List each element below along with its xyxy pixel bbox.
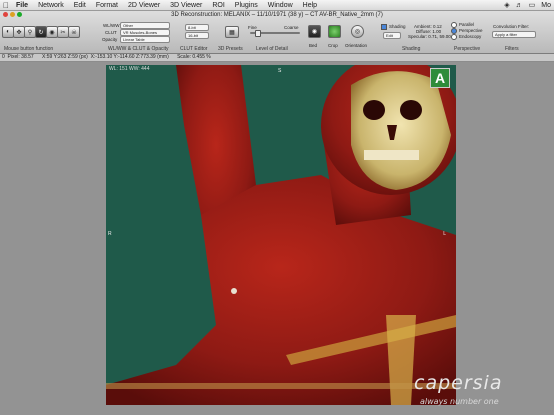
menubar-clock[interactable]: Mo [541, 2, 551, 9]
specular-value: Specular: 0.71, 59.00 [408, 34, 451, 39]
orientation-marker-left: R [108, 231, 112, 237]
bed-label: Bed [309, 43, 318, 48]
wifi-icon[interactable]: ◈ [504, 1, 509, 9]
wlww-caption: WL/WW & CLUT & Opacity [108, 46, 169, 52]
wlww-label: WL/WW [103, 23, 120, 28]
menu-help[interactable]: Help [298, 2, 322, 9]
right-orbit-shape [400, 100, 422, 120]
orientation-marker-right: L [443, 231, 446, 237]
watermark-tagline: always number one [420, 397, 499, 406]
crop-label: Crop [328, 43, 338, 48]
bit-depth-16-button[interactable]: 16-bit [185, 32, 209, 39]
perspective-caption: Perspective [454, 46, 481, 52]
highlight-spot-shape [231, 288, 237, 294]
parallel-label: Parallel [459, 22, 475, 28]
clut-editor-caption: CLUT Editor [180, 46, 208, 52]
orientation-label: Orientation [345, 43, 368, 48]
presets-caption: 3D Presets [218, 46, 243, 52]
shading-label: Shading [389, 24, 406, 30]
bone-removal-tool-icon[interactable]: ☠ [68, 26, 80, 38]
convolution-label: Convolution Filter: [493, 24, 530, 29]
lod-coarse-label: Coarse [284, 25, 299, 30]
viewer-toolbar: 3D Reconstruction: MELANIX – 11/10/1971 … [0, 11, 554, 54]
menu-bar:  File Network Edit Format 2D Viewer 3D … [0, 0, 554, 11]
apply-filter-select[interactable]: Apply a filter [492, 31, 536, 38]
pixel-info-bar: 0 Pixel: 38.57 X:59 Y:263 Z:59 (px) X:-1… [0, 54, 554, 62]
orientation-icon[interactable]: ◎ [351, 25, 364, 38]
endoscopy-label: Endoscopy [459, 34, 482, 40]
rib-band-shape [106, 383, 456, 389]
shading-checkbox[interactable]: Shading [381, 24, 406, 30]
clut-select[interactable]: VR Muscles-Bones [120, 29, 170, 36]
menu-edit[interactable]: Edit [69, 2, 91, 9]
volume-icon[interactable]: ♬ [516, 2, 523, 9]
teeth-shape [364, 150, 419, 160]
menu-3d-viewer[interactable]: 3D Viewer [165, 2, 207, 9]
window-title: 3D Reconstruction: MELANIX – 11/10/1971 … [171, 12, 383, 18]
battery-icon[interactable]: ▭ [529, 1, 536, 9]
volume-rendering-image [106, 65, 456, 405]
menubar-status-area: ◈ ♬ ▭ Mo [504, 0, 551, 10]
menu-format[interactable]: Format [91, 2, 123, 9]
lod-caption: Level of Detail [256, 46, 288, 52]
menu-plugins[interactable]: Plugins [230, 2, 263, 9]
menu-window[interactable]: Window [263, 2, 298, 9]
pixel-info-text: 0 Pixel: 38.57 X:59 Y:263 Z:59 (px) X:-1… [2, 54, 211, 60]
filters-caption: Filters [505, 46, 519, 52]
sternum-shape [386, 315, 416, 405]
menu-file[interactable]: File [11, 2, 33, 9]
opacity-select[interactable]: Linear Table [120, 36, 170, 43]
endoscopy-radio[interactable]: Endoscopy [451, 34, 481, 40]
clut-label: CLUT [105, 30, 117, 35]
menu-roi[interactable]: ROI [207, 2, 229, 9]
orientation-marker-top: S [278, 68, 282, 74]
lod-slider-thumb[interactable] [255, 30, 261, 37]
menu-network[interactable]: Network [33, 2, 69, 9]
orientation-cube[interactable]: A [430, 68, 450, 88]
crop-icon[interactable] [328, 25, 341, 38]
apple-icon[interactable]:  [3, 1, 11, 10]
presets-grid-icon[interactable]: ▦ [225, 26, 239, 38]
wlww-select[interactable]: Other [120, 22, 170, 29]
volume-render-view[interactable]: WL: 151 WW: 444 S R L A [106, 65, 456, 405]
wlww-overlay: WL: 151 WW: 444 [109, 66, 150, 72]
opacity-label: Opacity [102, 37, 118, 42]
bit-depth-8-button[interactable]: 8-bit [185, 24, 209, 31]
watermark-logo: capersia [414, 372, 503, 394]
shading-edit-button[interactable]: Edit [383, 32, 401, 39]
menu-2d-viewer[interactable]: 2D Viewer [123, 2, 165, 9]
perspective-label: Perspective [459, 28, 483, 34]
mouse-function-caption: Mouse button function [4, 46, 54, 52]
shading-caption: Shading [402, 46, 421, 52]
left-orbit-shape [363, 100, 385, 120]
bed-removal-icon[interactable]: ◉ [308, 25, 321, 38]
